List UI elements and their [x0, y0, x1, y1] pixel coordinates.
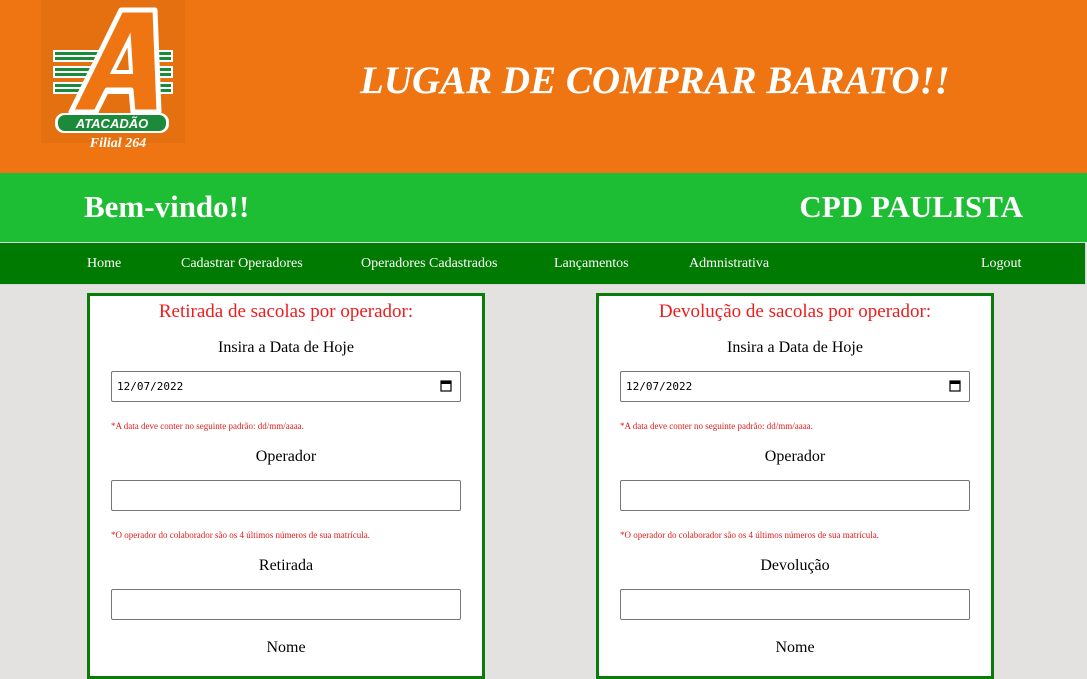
- operator-label: Operador: [255, 448, 317, 465]
- return-label: Devolução: [760, 557, 830, 574]
- nav-cadastrar-operadores[interactable]: Cadastrar Operadores: [181, 256, 303, 272]
- calendar-icon[interactable]: [440, 379, 452, 392]
- logo-wordmark: ATACADÃO: [75, 116, 148, 131]
- return-form: Devolução de sacolas por operador: Insir…: [596, 293, 994, 679]
- calendar-icon[interactable]: [949, 379, 961, 392]
- withdrawal-input[interactable]: [111, 589, 461, 620]
- site-name: CPD PAULISTA: [799, 189, 1023, 224]
- site-header: ATACADÃO Filial 264 LUGAR DE COMPRAR BAR…: [0, 0, 1087, 173]
- withdrawal-form: Retirada de sacolas por operador: Insira…: [87, 293, 485, 679]
- slogan-heading: LUGAR DE COMPRAR BARATO!!: [360, 59, 950, 102]
- main-nav: Home Cadastrar Operadores Operadores Cad…: [0, 242, 1086, 285]
- nav-administrativa[interactable]: Admnistrativa: [689, 256, 769, 272]
- operator-input[interactable]: [111, 480, 461, 511]
- atacadao-logo-icon: ATACADÃO: [53, 7, 173, 133]
- nav-operadores-cadastrados[interactable]: Operadores Cadastrados: [361, 256, 497, 272]
- atacadao-logo[interactable]: ATACADÃO: [41, 0, 185, 143]
- branch-label: Filial 264: [89, 136, 147, 151]
- operator-hint: *O operador do colaborador são os 4 últi…: [111, 530, 370, 540]
- withdrawal-form-title: Retirada de sacolas por operador:: [158, 301, 414, 322]
- nav-logout[interactable]: Logout: [981, 256, 1021, 272]
- nav-lancamentos[interactable]: Lançamentos: [554, 256, 629, 272]
- name-label: Nome: [266, 639, 306, 656]
- return-form-title: Devolução de sacolas por operador:: [658, 301, 932, 322]
- date-hint: *A data deve conter no seguinte padrão: …: [111, 421, 304, 431]
- date-input[interactable]: 12/07/2022: [620, 371, 970, 402]
- date-value: 12/07/2022: [117, 380, 184, 393]
- return-input[interactable]: [620, 589, 970, 620]
- date-hint: *A data deve conter no seguinte padrão: …: [620, 421, 813, 431]
- date-label: Insira a Data de Hoje: [727, 339, 863, 356]
- operator-hint: *O operador do colaborador são os 4 últi…: [620, 530, 879, 540]
- operator-input[interactable]: [620, 480, 970, 511]
- welcome-text: Bem-vindo!!: [84, 189, 250, 224]
- name-label: Nome: [775, 639, 815, 656]
- date-input[interactable]: 12/07/2022: [111, 371, 461, 402]
- withdrawal-label: Retirada: [258, 557, 314, 574]
- nav-home[interactable]: Home: [87, 256, 121, 272]
- date-value: 12/07/2022: [626, 380, 693, 393]
- date-label: Insira a Data de Hoje: [218, 339, 354, 356]
- operator-label: Operador: [764, 448, 826, 465]
